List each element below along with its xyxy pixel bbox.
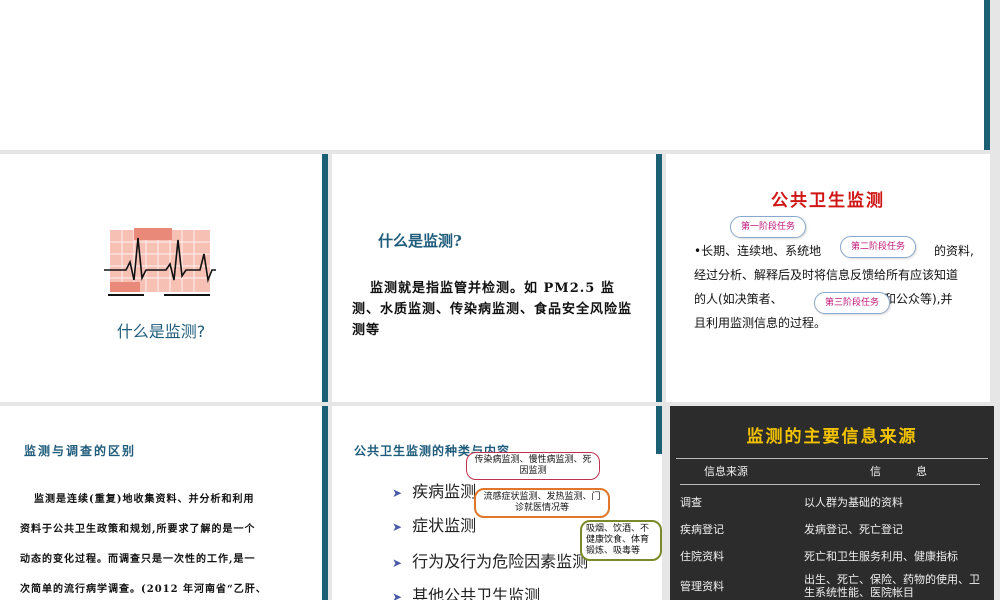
body-line-1: 监测是连续(重复)地收集资料、并分析和利用 (34, 494, 255, 505)
slide-title: 监测与调查的区别 (24, 444, 137, 458)
slide-public-health-surveillance[interactable]: 公共卫生监测 •长期、连续地、系统地 的资料, 经过分析、解释后及时将信息反馈给… (666, 154, 990, 402)
stage-3-tag: 第三阶段任务 (814, 292, 890, 314)
column-header: 信 息 (870, 464, 927, 478)
slide-title: 公共卫生监测 (771, 191, 885, 211)
table-row: 住院资料 死亡和卫生服务利用、健康指标 (680, 549, 958, 563)
slide-accent-bar (984, 0, 990, 150)
arrow-bullet-icon: ➤ (392, 520, 403, 534)
slide-accent-bar (656, 406, 662, 454)
disease-surveillance-callout: 传染病监测、慢性病监测、死因监测 (466, 452, 600, 480)
list-item: ➤ 其他公共卫生监测 (392, 582, 540, 600)
definition-line-3b: 和公众等),并 (884, 292, 953, 306)
info-source-table: 信息来源 信 息 调查 以人群为基础的资料 疾病登记 发病登记、死亡登记 住院资… (680, 458, 980, 600)
table-row: 管理资料 出生、死亡、保险、药物的使用、卫生系统性能、医院帐目 (680, 573, 980, 599)
definition-line-3a: 的人(如决策者、 (694, 292, 783, 306)
definition-line-4: 且利用监测信息的过程。 (694, 316, 827, 330)
list-item: ➤ 行为及行为危险因素监测 (392, 552, 589, 571)
table-row: 调查 以人群为基础的资料 (680, 495, 903, 509)
list-item: ➤ 症状监测 (392, 516, 477, 535)
definition-line-1b: 的资料, (934, 244, 974, 258)
stage-2-tag: 第二阶段任务 (840, 236, 916, 258)
ekg-illustration (104, 224, 216, 302)
slide-title: 什么是监测? (378, 232, 462, 250)
slide-what-is-monitoring-definition[interactable]: 什么是监测? 监测就是指监管并检测。如 PM2.5 监测、水质监测、传染病监测、… (332, 154, 662, 402)
table-row: 疾病登记 发病登记、死亡登记 (680, 522, 903, 536)
symptom-surveillance-callout: 流感症状监测、发热监测、门诊就医情况等 (474, 488, 610, 518)
body-line-4: 次简单的流行病学调查。(2012 年河南省“乙肝、 (20, 584, 267, 595)
slide-information-sources[interactable]: 监测的主要信息来源 信息来源 信 息 调查 以人群为基础的资料 疾病登记 发病登… (670, 406, 994, 600)
slide-what-is-monitoring-cover[interactable]: 什么是监测? (0, 154, 328, 402)
definition-line-1a: •长期、连续地、系统地 (694, 244, 822, 258)
body-line-2: 资料于公共卫生政策和规划,所要求了解的是一个 (20, 524, 256, 535)
column-header: 信息来源 (704, 464, 748, 478)
arrow-bullet-icon: ➤ (392, 590, 403, 600)
slide-accent-bar (322, 406, 328, 600)
stage-1-tag: 第一阶段任务 (730, 216, 806, 238)
definition-text: 监测就是指监管并检测。如 PM2.5 监测、水质监测、传染病监测、食品安全风险监… (352, 281, 633, 338)
slide-accent-bar (322, 154, 328, 402)
definition-line-2: 经过分析、解释后及时将信息反馈给所有应该知道 (694, 268, 959, 282)
slide-blank[interactable] (0, 0, 990, 150)
slide-monitoring-vs-survey[interactable]: 监测与调查的区别 监测是连续(重复)地收集资料、并分析和利用 资料于公共卫生政策… (0, 406, 328, 600)
slide-title: 什么是监测? (116, 322, 206, 341)
slide-surveillance-types[interactable]: 公共卫生监测的种类与内容 ➤ 疾病监测 ➤ 症状监测 ➤ 行为及行为危险因素监测 ➤ 其… (332, 406, 662, 600)
slide-accent-bar (656, 154, 662, 402)
slide-title: 监测的主要信息来源 (746, 427, 918, 447)
behavior-surveillance-callout: 吸烟、饮酒、不健康饮食、体育锻炼、吸毒等 (580, 520, 662, 561)
arrow-bullet-icon: ➤ (392, 556, 403, 570)
body-line-3: 动态的变化过程。而调查只是一次性的工作,是一 (20, 554, 256, 565)
arrow-bullet-icon: ➤ (392, 486, 403, 500)
list-item: ➤ 疾病监测 (392, 482, 477, 501)
